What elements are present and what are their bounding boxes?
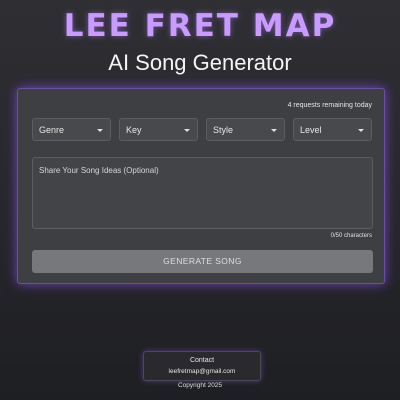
level-select[interactable]: Level (293, 118, 372, 141)
song-generator-panel: 4 requests remaining today Genre Key Sty… (17, 88, 385, 284)
key-select-label: Key (126, 125, 142, 135)
chevron-down-icon (184, 129, 190, 132)
copyright: Copyright 2025 (177, 382, 223, 389)
chevron-down-icon (271, 129, 277, 132)
page-subtitle: AI Song Generator (108, 50, 292, 75)
song-ideas-input[interactable]: Share Your Song Ideas (Optional) (32, 157, 373, 229)
character-count: 0/50 characters (330, 233, 372, 239)
style-select[interactable]: Style (206, 118, 285, 141)
requests-remaining: 4 requests remaining today (287, 102, 372, 109)
key-select[interactable]: Key (119, 118, 198, 141)
genre-select[interactable]: Genre (32, 118, 111, 141)
contact-email[interactable]: leefretmap@gmail.com (144, 368, 260, 375)
option-selects: Genre Key Style Level (32, 118, 372, 142)
song-ideas-placeholder: Share Your Song Ideas (Optional) (39, 166, 159, 175)
chevron-down-icon (97, 129, 103, 132)
brand-title: LEE FRET MAP (63, 8, 337, 44)
level-select-label: Level (300, 125, 322, 135)
style-select-label: Style (213, 125, 234, 135)
contact-title: Contact (189, 357, 215, 364)
genre-select-label: Genre (39, 125, 65, 135)
chevron-down-icon (358, 129, 364, 132)
contact-box: Contact leefretmap@gmail.com (143, 351, 261, 381)
generate-song-button[interactable]: GENERATE SONG (32, 250, 373, 273)
